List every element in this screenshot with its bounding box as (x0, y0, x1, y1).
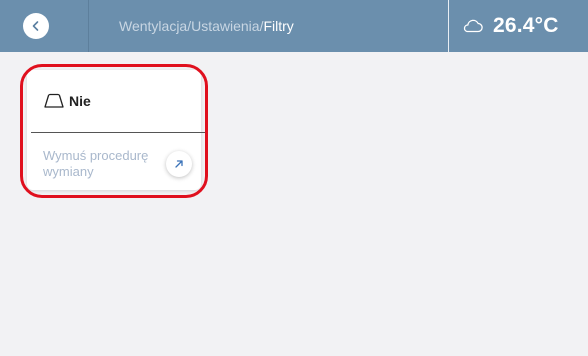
top-bar: Wentylacja/Ustawienia/Filtry 26.4°C (0, 0, 588, 52)
temperature: 26.4°C (493, 14, 559, 37)
back-button[interactable] (23, 13, 49, 39)
breadcrumb-parent: Wentylacja/Ustawienia/ (119, 18, 264, 34)
weather-widget: 26.4°C (448, 0, 588, 52)
back-button-area (0, 0, 89, 52)
highlight-outline (20, 64, 208, 198)
chevron-left-icon (32, 21, 39, 31)
cloud-icon (463, 19, 483, 33)
breadcrumb: Wentylacja/Ustawienia/Filtry (89, 18, 448, 34)
breadcrumb-current: Filtry (263, 18, 294, 34)
